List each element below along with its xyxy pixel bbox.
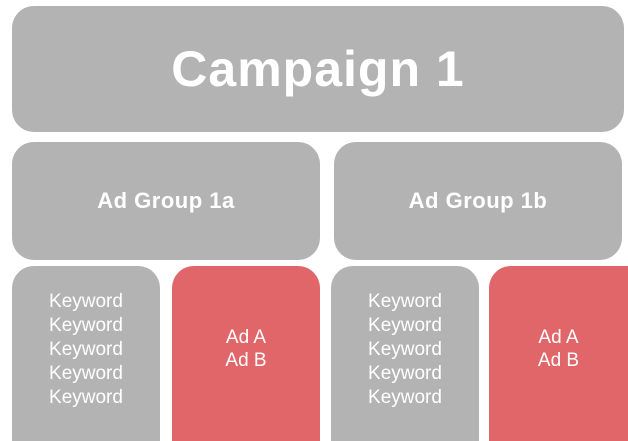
- ad-list: Ad A Ad B: [538, 326, 579, 372]
- keyword-list: Keyword Keyword Keyword Keyword Keyword: [368, 290, 442, 410]
- keyword-item: Keyword: [49, 338, 123, 360]
- keyword-item: Keyword: [368, 386, 442, 408]
- ad-item: Ad B: [537, 349, 580, 371]
- ad-item: Ad A: [225, 326, 267, 348]
- ad-group-box-1b: Ad Group 1b: [334, 142, 622, 260]
- keyword-item: Keyword: [49, 362, 123, 384]
- keyword-item: Keyword: [368, 338, 442, 360]
- keyword-item: Keyword: [368, 362, 442, 384]
- ad-group-box-1a: Ad Group 1a: [12, 142, 320, 260]
- keyword-item: Keyword: [49, 314, 123, 336]
- keyword-item: Keyword: [49, 386, 123, 408]
- ads-box-1a: Ad A Ad B: [172, 266, 320, 441]
- keyword-item: Keyword: [49, 290, 123, 312]
- keywords-box-1a: Keyword Keyword Keyword Keyword Keyword: [12, 266, 160, 441]
- ad-item: Ad B: [225, 349, 267, 371]
- ads-box-1b: Ad A Ad B: [489, 266, 628, 441]
- ad-list: Ad A Ad B: [225, 326, 266, 372]
- campaign-box: Campaign 1: [12, 6, 624, 132]
- campaign-label: Campaign 1: [171, 41, 465, 97]
- keyword-item: Keyword: [368, 290, 442, 312]
- ad-item: Ad A: [538, 326, 579, 348]
- keyword-item: Keyword: [368, 314, 442, 336]
- ad-group-label: Ad Group 1b: [408, 188, 548, 213]
- ad-group-label: Ad Group 1a: [97, 188, 235, 213]
- keyword-list: Keyword Keyword Keyword Keyword Keyword: [49, 290, 123, 410]
- keywords-box-1b: Keyword Keyword Keyword Keyword Keyword: [331, 266, 479, 441]
